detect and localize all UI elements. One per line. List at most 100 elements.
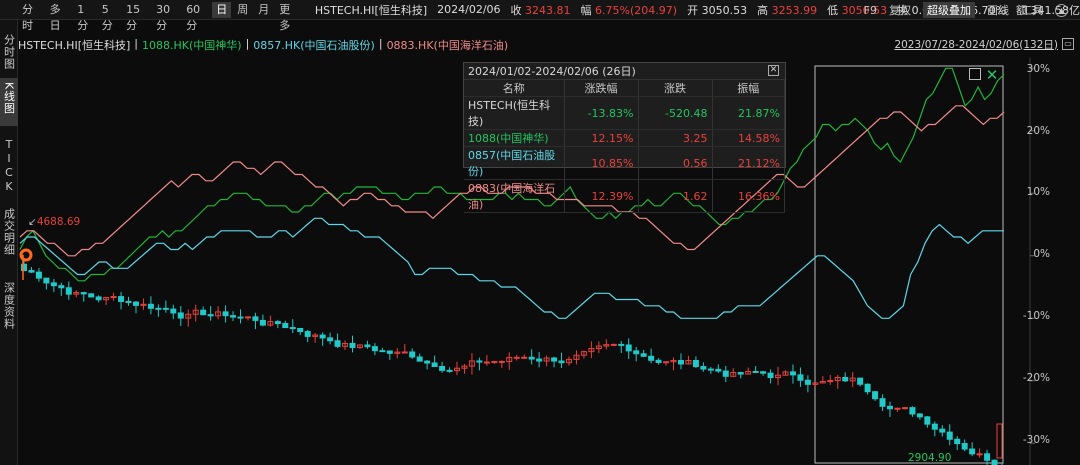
candle-body <box>386 350 393 354</box>
candle-body <box>521 356 528 359</box>
candle-body <box>498 360 505 363</box>
close-selection-icon[interactable]: ✕ <box>985 68 999 83</box>
col-name: 名称 <box>464 80 565 97</box>
ytick-0: 0% <box>1033 248 1050 260</box>
ytick-m30: -30% <box>1022 434 1050 446</box>
candle-body <box>625 344 632 352</box>
ytick-30: 30% <box>1026 63 1050 75</box>
col-pct: 涨跌幅 <box>564 80 639 97</box>
row-pct: -13.83% <box>564 96 639 130</box>
candle-body <box>797 374 804 381</box>
candle-body <box>237 316 244 319</box>
candle-body <box>416 356 423 362</box>
candle-body <box>700 366 707 370</box>
ytick-10: 10% <box>1026 186 1050 198</box>
row-amp: 16.36% <box>712 179 785 213</box>
candle-body <box>931 423 938 430</box>
hstech-candles <box>21 258 1003 465</box>
interval-selection-box[interactable] <box>814 65 1004 464</box>
row-name: 0883(中国海洋石油) <box>464 179 565 213</box>
candle-body <box>200 309 207 316</box>
table-row: 1088(中国神华) 12.15% 3.25 14.58% <box>464 129 785 147</box>
candle-body <box>969 448 976 455</box>
candle-body <box>170 308 177 314</box>
candle-body <box>28 270 35 273</box>
candle-body <box>35 271 42 279</box>
candle-body <box>789 371 796 376</box>
row-chg: 0.56 <box>638 146 713 180</box>
candle-body <box>483 361 490 364</box>
candle-body <box>722 370 729 377</box>
candle-body <box>58 285 65 289</box>
candle-body <box>528 356 535 360</box>
candle-body <box>536 358 543 362</box>
candle-body <box>864 383 871 393</box>
candle-body <box>446 369 453 372</box>
candle-body <box>244 316 251 319</box>
candle-body <box>715 368 722 372</box>
selection-controls: ✕ <box>969 68 999 83</box>
row-amp: 14.58% <box>712 129 785 147</box>
low-annotation: 2904.90 <box>908 452 952 464</box>
candle-body <box>274 321 281 325</box>
candle-body <box>901 407 908 410</box>
candle-body <box>155 307 162 310</box>
candle-body <box>991 459 998 465</box>
row-chg: 3.25 <box>638 129 713 147</box>
candle-body <box>289 327 296 330</box>
popup-header-row: 名称 涨跌幅 涨跌 振幅 <box>464 80 785 97</box>
candle-body <box>939 428 946 433</box>
popup-close-icon[interactable]: ✕ <box>768 65 779 76</box>
candle-body <box>222 311 229 317</box>
candle-body <box>50 282 57 287</box>
candle-body <box>894 407 901 410</box>
candle-body <box>304 331 311 337</box>
candle-body <box>364 344 371 348</box>
candle-body <box>147 303 154 309</box>
candle-body <box>663 361 670 364</box>
candle-body <box>976 453 983 456</box>
candle-body <box>476 360 483 363</box>
interval-stats-popup: 2024/01/02-2024/02/06 (26日) ✕ 名称 涨跌幅 涨跌 … <box>463 62 786 213</box>
candle-body <box>282 323 289 329</box>
candle-body <box>752 370 759 373</box>
candle-body <box>319 334 326 339</box>
candle-body <box>125 300 132 303</box>
candle-body <box>118 296 125 302</box>
candle-body <box>259 319 266 326</box>
candle-body <box>43 277 50 284</box>
candle-body <box>491 360 498 363</box>
candle-body <box>132 301 139 306</box>
row-name: 0857(中国石油股份) <box>464 146 565 180</box>
candle-body <box>842 376 849 382</box>
row-pct: 12.39% <box>564 179 639 213</box>
candle-body <box>230 315 237 318</box>
candle-body <box>80 292 87 295</box>
candle-last <box>996 423 1003 459</box>
candle-body <box>95 296 102 301</box>
candle-body <box>110 296 117 299</box>
candle-body <box>349 342 356 348</box>
candle-body <box>640 353 647 357</box>
candle-body <box>558 360 565 364</box>
row-amp: 21.87% <box>712 96 785 130</box>
candle-body <box>924 416 931 425</box>
maximize-icon[interactable] <box>969 68 981 80</box>
candle-body <box>88 293 95 298</box>
row-pct: 12.15% <box>564 129 639 147</box>
candle-body <box>707 368 714 371</box>
candle-body <box>946 431 953 440</box>
high-annotation: ↙4688.69 <box>28 216 81 228</box>
candle-body <box>401 351 408 354</box>
ytick-20: 20% <box>1026 125 1050 137</box>
candle-body <box>760 371 767 374</box>
row-name: 1088(中国神华) <box>464 129 565 147</box>
candle-body <box>954 438 961 445</box>
candle-body <box>297 327 304 333</box>
candle-body <box>162 307 169 310</box>
candle-body <box>909 407 916 415</box>
candle-body <box>551 357 558 362</box>
candle-body <box>424 360 431 364</box>
candle-body <box>804 379 811 385</box>
col-chg: 涨跌 <box>638 80 713 97</box>
